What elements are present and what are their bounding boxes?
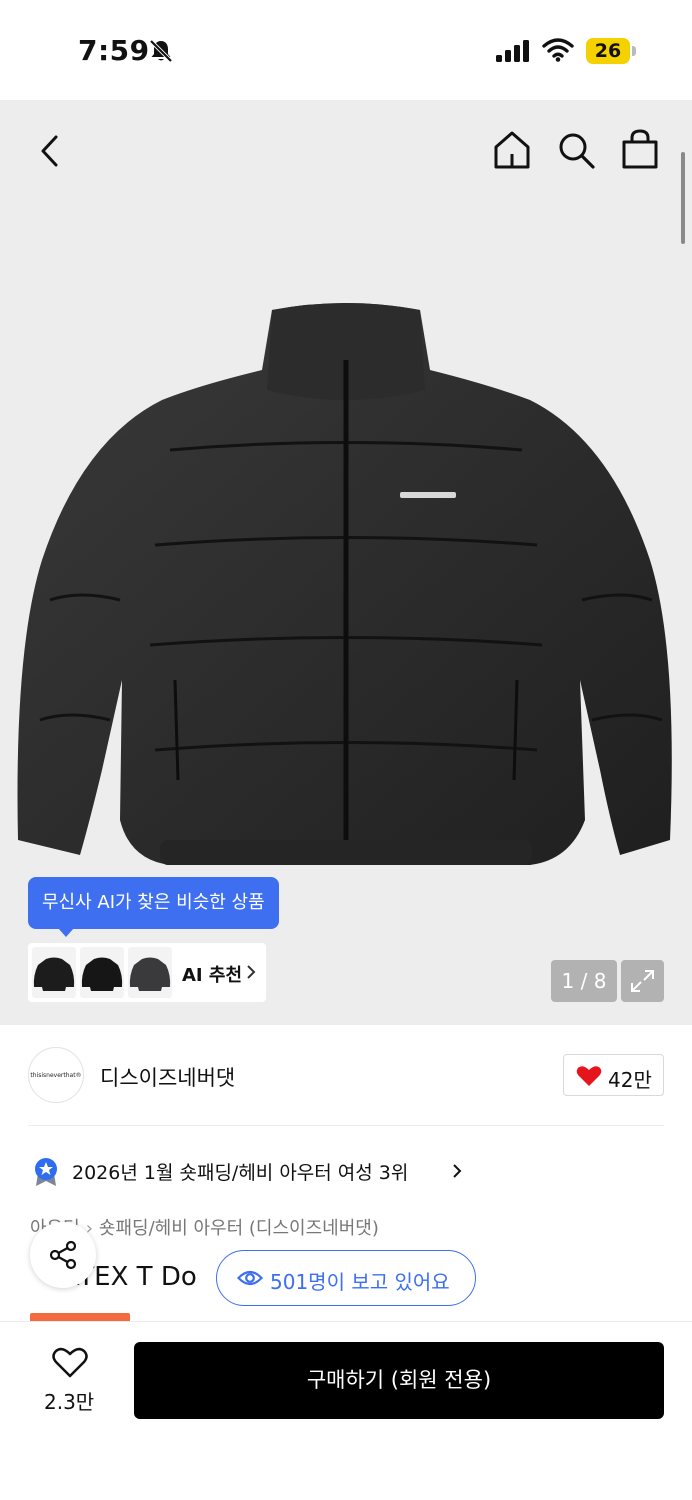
battery-tip: [632, 46, 636, 56]
scroll-indicator[interactable]: [681, 152, 685, 244]
share-button[interactable]: [30, 1222, 96, 1288]
brand-like-count: 42만: [608, 1068, 652, 1092]
jacket-thumb-icon: [33, 957, 75, 991]
ranking-link[interactable]: 2026년 1월 숏패딩/헤비 아우터 여성 3위: [72, 1158, 408, 1185]
breadcrumb-item-category[interactable]: 숏패딩/헤비 아우터 (디스이즈네버댓): [99, 1218, 379, 1239]
brand-name[interactable]: 디스이즈네버댓: [100, 1062, 235, 1092]
share-icon: [49, 1240, 77, 1270]
signal-icon: [496, 40, 529, 62]
promo-badge: [30, 1313, 130, 1321]
ai-recommend-card[interactable]: AI 추천: [28, 943, 266, 1002]
ai-thumb-1[interactable]: [32, 947, 76, 998]
viewers-text: 501명이 보고 있어요: [270, 1270, 450, 1294]
shopping-bag-icon[interactable]: [620, 128, 660, 170]
buy-button[interactable]: 구매하기 (회원 전용): [134, 1342, 664, 1419]
divider: [28, 1125, 664, 1126]
expand-image-button[interactable]: [621, 960, 664, 1002]
viewers-badge: 501명이 보고 있어요: [216, 1250, 476, 1306]
image-pager: 1 / 8: [551, 960, 617, 1002]
battery-indicator: 26: [586, 38, 630, 64]
heart-icon: [576, 1066, 602, 1086]
status-time: 7:59: [78, 34, 150, 67]
search-icon[interactable]: [556, 130, 596, 170]
product-jacket-image: [17, 303, 672, 865]
chevron-right-icon: [453, 1164, 462, 1178]
jacket-thumb-icon: [129, 957, 171, 991]
ranking-badge-icon: [35, 1158, 57, 1186]
home-icon[interactable]: [492, 130, 532, 170]
back-chevron-icon[interactable]: [38, 134, 62, 168]
status-bar: 7:59 26: [0, 0, 692, 100]
tooltip-arrow: [58, 928, 74, 937]
eye-icon: [237, 1270, 263, 1286]
wishlist-heart-icon[interactable]: [52, 1347, 88, 1379]
ai-thumb-3[interactable]: [128, 947, 172, 998]
brand-like-button[interactable]: 42만: [563, 1054, 664, 1096]
wifi-icon: [542, 38, 574, 62]
wishlist-count: 2.3만: [44, 1390, 95, 1414]
ai-recommend-label: AI 추천: [182, 965, 243, 986]
ai-thumb-2[interactable]: [80, 947, 124, 998]
jacket-thumb-icon: [81, 957, 123, 991]
brand-logo[interactable]: thisisneverthat®: [28, 1047, 84, 1103]
chevron-right-icon: [247, 965, 256, 979]
ai-similar-tooltip[interactable]: 무신사 AI가 찾은 비슷한 상품: [28, 877, 279, 929]
expand-icon: [631, 970, 654, 992]
bell-slash-icon: [149, 39, 173, 63]
